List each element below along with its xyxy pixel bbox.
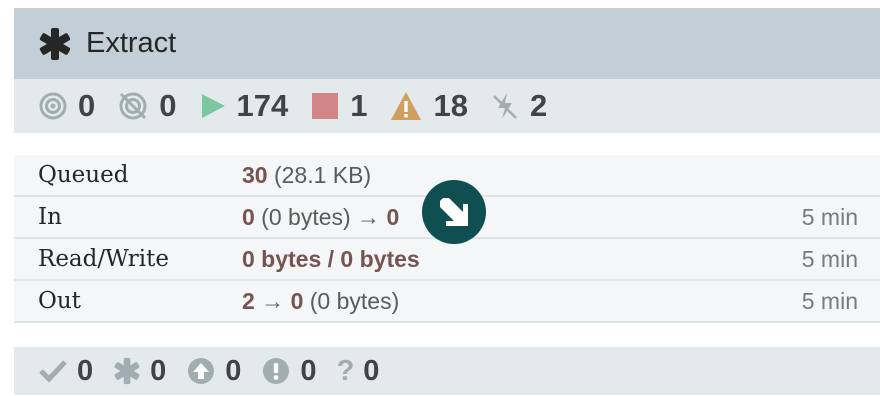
card-title: Extract <box>86 27 177 59</box>
transmitting-stat: 0 <box>38 88 95 124</box>
sync-failure-stat: 0 <box>261 354 317 388</box>
version-control-footer: 0 0 0 0 ? 0 <box>14 347 880 395</box>
running-count: 174 <box>236 88 289 123</box>
not-transmitting-stat: 0 <box>117 88 177 124</box>
running-stat: 174 <box>199 88 289 124</box>
row-age: 5 min <box>801 203 858 230</box>
unknown-stat: ? 0 <box>337 355 380 388</box>
row-value: 0 (0 bytes) → 0 <box>242 203 400 230</box>
stats-gap <box>14 133 880 155</box>
up-to-date-count: 0 <box>77 354 94 387</box>
row-age: 5 min <box>801 287 858 314</box>
asterisk-icon <box>114 357 140 385</box>
status-row-out: Out 2 → 0 (0 bytes) 5 min <box>14 281 880 323</box>
warning-icon <box>391 92 422 120</box>
row-label: Out <box>38 288 81 314</box>
row-label: Read/Write <box>38 246 169 272</box>
disabled-stat: 2 <box>490 88 547 124</box>
row-label: Queued <box>38 162 129 188</box>
disabled-count: 2 <box>529 88 548 123</box>
status-row-read-write: Read/Write 0 bytes / 0 bytes 5 min <box>14 239 880 281</box>
row-value: 0 bytes / 0 bytes <box>242 245 420 272</box>
sync-failure-count: 0 <box>300 354 317 387</box>
locally-modified-count: 0 <box>150 354 167 387</box>
asterisk-icon <box>39 27 71 60</box>
cursor-icon <box>422 180 486 244</box>
stats-bar: 0 0 174 1 18 2 <box>14 79 880 133</box>
transmitting-count: 0 <box>78 88 96 123</box>
stale-stat: 0 <box>186 355 241 388</box>
stop-icon <box>312 93 339 119</box>
up-arrow-circle-icon <box>188 358 215 384</box>
table-spacer <box>14 323 880 347</box>
row-value: 2 → 0 (0 bytes) <box>242 287 400 314</box>
row-label: In <box>38 204 62 230</box>
check-icon <box>39 360 67 383</box>
unknown-count: 0 <box>363 354 380 387</box>
stopped-stat: 1 <box>310 88 367 124</box>
transmitting-icon <box>39 92 67 120</box>
card-header: Extract <box>14 8 880 79</box>
disabled-icon <box>493 93 517 119</box>
exclamation-circle-icon <box>263 358 290 384</box>
locally-modified-stat: 0 <box>113 355 166 388</box>
stale-count: 0 <box>225 354 242 387</box>
row-age: 5 min <box>801 245 858 272</box>
invalid-stat: 18 <box>389 88 468 124</box>
not-transmitting-icon <box>119 92 147 120</box>
row-value: 30 (28.1 KB) <box>242 161 372 188</box>
not-transmitting-count: 0 <box>159 88 177 123</box>
up-to-date-stat: 0 <box>38 355 93 388</box>
play-icon <box>201 94 225 118</box>
stopped-count: 1 <box>350 88 368 123</box>
question-icon: ? <box>336 354 355 387</box>
invalid-count: 18 <box>433 88 468 123</box>
